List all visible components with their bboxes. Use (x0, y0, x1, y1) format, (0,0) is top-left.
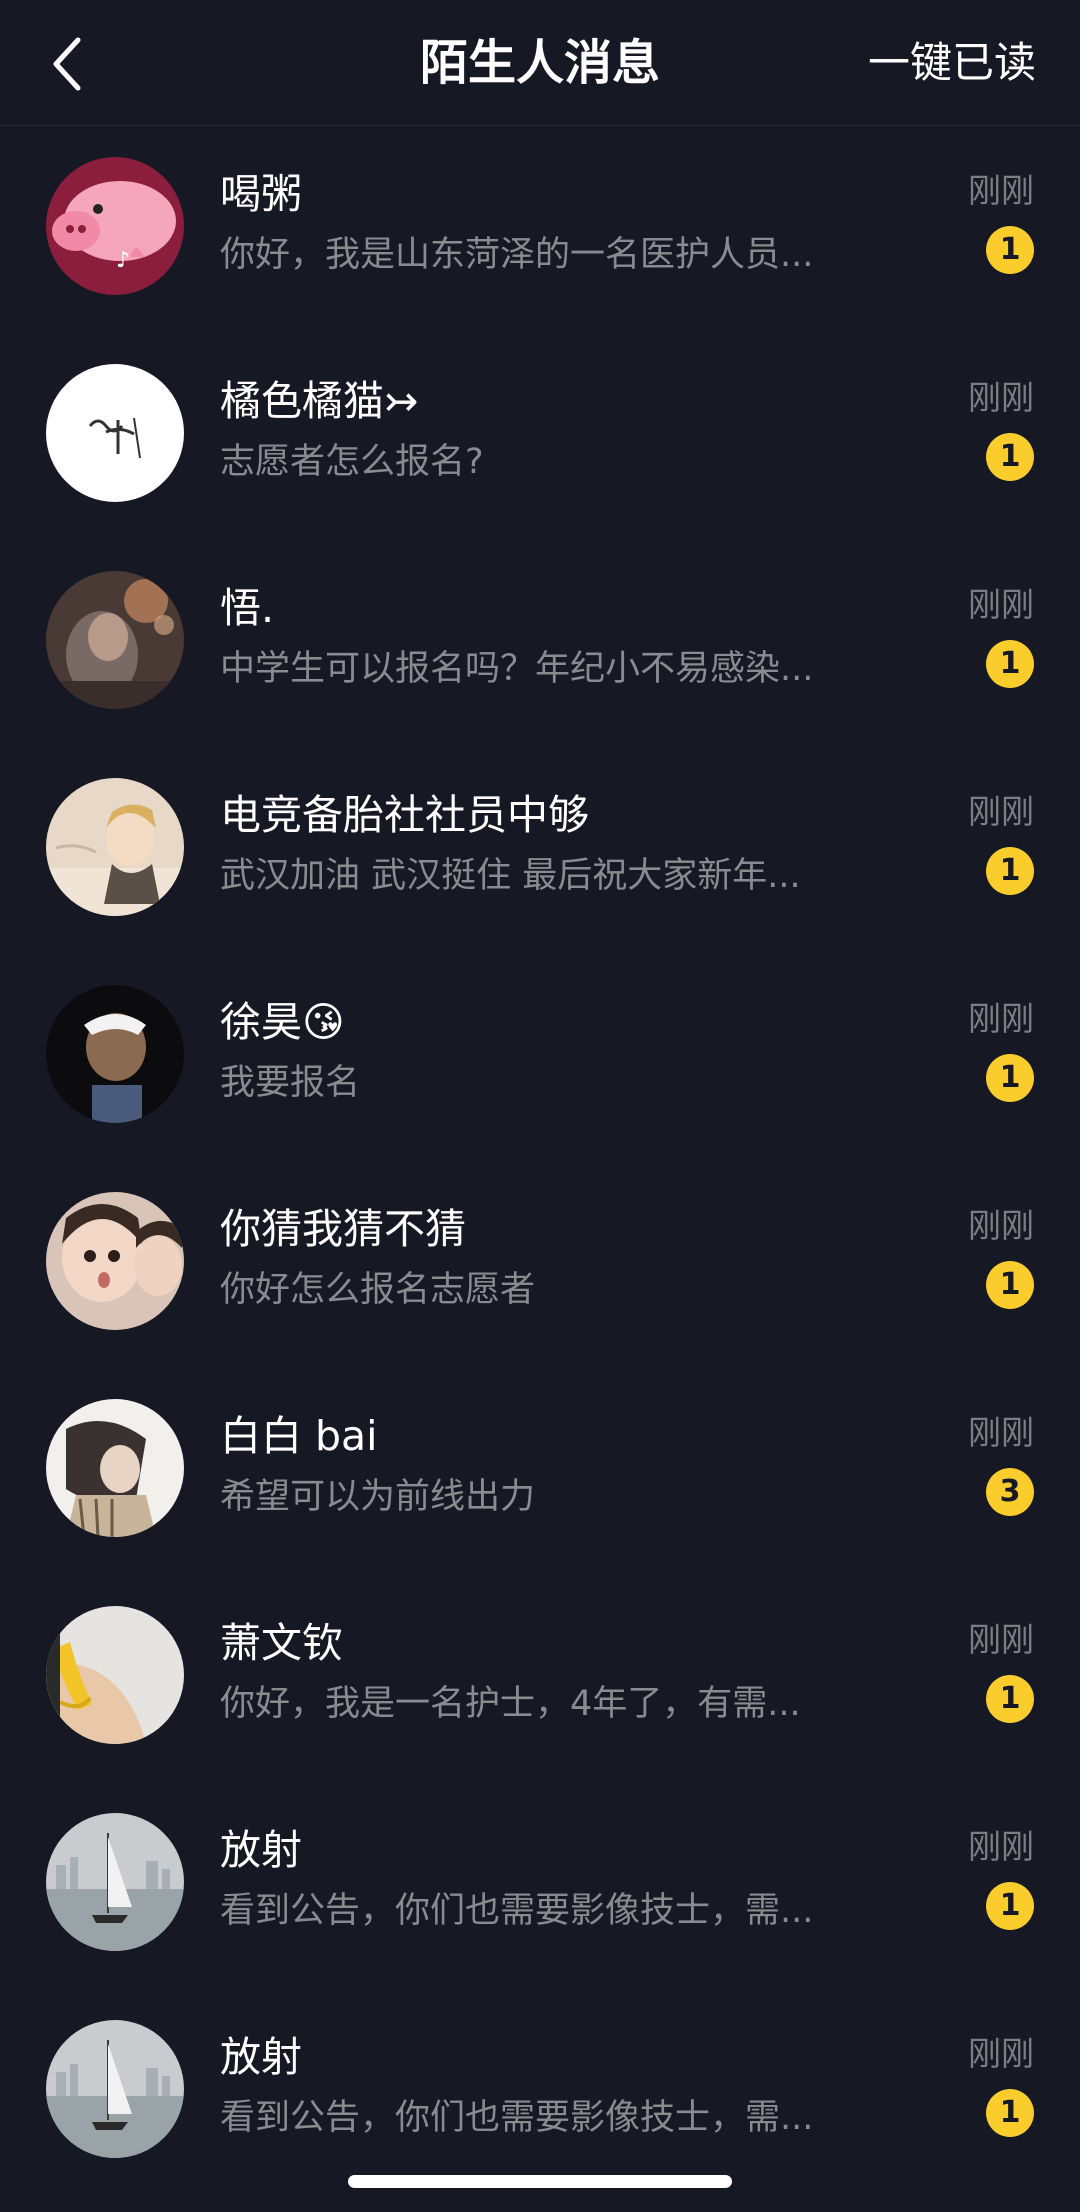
contact-name: 橘色橘猫↣ (220, 377, 419, 425)
message-preview: 中学生可以报名吗？年纪小不易感染... (220, 649, 814, 689)
unread-badge: 1 (986, 2089, 1034, 2137)
message-row[interactable]: 萧文钦 你好，我是一名护士，4年了，有需... 刚刚 1 (0, 1576, 1080, 1783)
mark-all-read-button[interactable]: 一键已读 (868, 34, 1036, 92)
message-time: 刚刚 (968, 171, 1034, 210)
avatar[interactable] (46, 985, 184, 1123)
avatar[interactable] (46, 1192, 184, 1330)
unread-badge: 3 (986, 1468, 1034, 1516)
message-time: 刚刚 (968, 1620, 1034, 1659)
message-time: 刚刚 (968, 792, 1034, 831)
message-preview: 看到公告，你们也需要影像技士，需... (220, 1891, 814, 1931)
message-preview: 武汉加油 武汉挺住 最后祝大家新年... (220, 856, 801, 896)
contact-name: 电竞备胎社社员中够 (220, 791, 589, 839)
message-row[interactable]: 放射 看到公告，你们也需要影像技士，需... 刚刚 1 (0, 1990, 1080, 2197)
message-time: 刚刚 (968, 999, 1034, 1038)
unread-badge: 1 (986, 1882, 1034, 1930)
message-time: 刚刚 (968, 2034, 1034, 2073)
message-time: 刚刚 (968, 1206, 1034, 1245)
message-time: 刚刚 (968, 378, 1034, 417)
top-bar: 陌生人消息 一键已读 (0, 0, 1080, 126)
message-time: 刚刚 (968, 585, 1034, 624)
message-row[interactable]: 电竞备胎社社员中够 武汉加油 武汉挺住 最后祝大家新年... 刚刚 1 (0, 748, 1080, 955)
contact-name: 萧文钦 (220, 1619, 343, 1667)
message-row[interactable]: ♪ 喝粥 你好，我是山东菏泽的一名医护人员... 刚刚 1 (0, 127, 1080, 334)
unread-badge: 1 (986, 640, 1034, 688)
contact-name: 徐昊😘 (220, 998, 345, 1046)
contact-name: 喝粥 (220, 170, 302, 218)
message-time: 刚刚 (968, 1827, 1034, 1866)
unread-badge: 1 (986, 433, 1034, 481)
message-preview: 志愿者怎么报名? (220, 442, 484, 482)
message-row[interactable]: 橘色橘猫↣ 志愿者怎么报名? 刚刚 1 (0, 334, 1080, 541)
avatar[interactable] (46, 1606, 184, 1744)
contact-name: 放射 (220, 2033, 302, 2081)
message-preview: 希望可以为前线出力 (220, 1477, 536, 1517)
avatar[interactable] (46, 2020, 184, 2158)
message-row[interactable]: 放射 看到公告，你们也需要影像技士，需... 刚刚 1 (0, 1783, 1080, 1990)
avatar[interactable] (46, 571, 184, 709)
contact-name: 你猜我猜不猜 (220, 1205, 466, 1253)
message-preview: 我要报名 (220, 1063, 361, 1103)
unread-badge: 1 (986, 1675, 1034, 1723)
message-row[interactable]: 白白 bai 希望可以为前线出力 刚刚 3 (0, 1369, 1080, 1576)
message-row[interactable]: 悟. 中学生可以报名吗？年纪小不易感染... 刚刚 1 (0, 541, 1080, 748)
home-indicator[interactable] (348, 2175, 732, 2188)
avatar[interactable] (46, 778, 184, 916)
contact-name: 悟. (220, 584, 275, 632)
stranger-message-list: ♪ 喝粥 你好，我是山东菏泽的一名医护人员... 刚刚 1 橘色橘猫↣ 志愿者怎… (0, 127, 1080, 2197)
message-preview: 看到公告，你们也需要影像技士，需... (220, 2098, 814, 2138)
contact-name: 放射 (220, 1826, 302, 1874)
contact-name: 白白 bai (220, 1412, 378, 1460)
avatar[interactable] (46, 1813, 184, 1951)
svg-text:♪: ♪ (116, 248, 130, 273)
unread-badge: 1 (986, 226, 1034, 274)
message-preview: 你好，我是一名护士，4年了，有需... (220, 1684, 801, 1724)
avatar[interactable] (46, 364, 184, 502)
avatar[interactable]: ♪ (46, 157, 184, 295)
avatar[interactable] (46, 1399, 184, 1537)
unread-badge: 1 (986, 1261, 1034, 1309)
message-row[interactable]: 你猜我猜不猜 你好怎么报名志愿者 刚刚 1 (0, 1162, 1080, 1369)
message-preview: 你好怎么报名志愿者 (220, 1270, 536, 1310)
unread-badge: 1 (986, 1054, 1034, 1102)
message-preview: 你好，我是山东菏泽的一名医护人员... (220, 235, 814, 275)
unread-badge: 1 (986, 847, 1034, 895)
message-row[interactable]: 徐昊😘 我要报名 刚刚 1 (0, 955, 1080, 1162)
message-time: 刚刚 (968, 1413, 1034, 1452)
